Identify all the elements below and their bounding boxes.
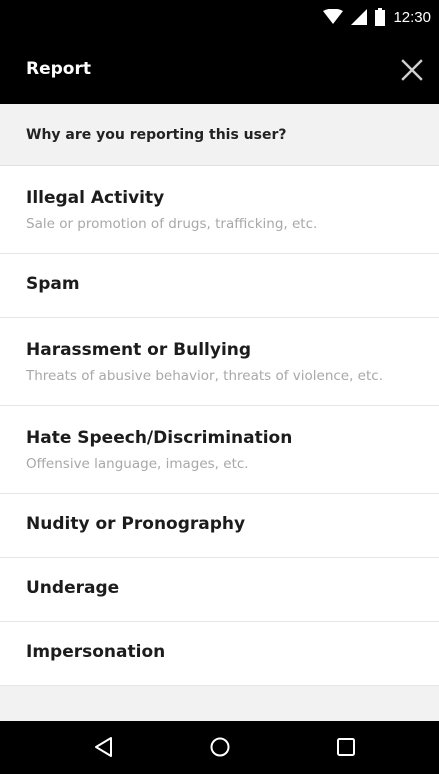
status-time: 12:30 (393, 8, 431, 26)
back-button[interactable] (92, 735, 116, 759)
reason-spam[interactable]: Spam (0, 254, 439, 318)
reason-description: Offensive language, images, etc. (26, 456, 249, 472)
close-icon (399, 59, 425, 87)
reason-nudity[interactable]: Nudity or Pronography (0, 494, 439, 558)
report-reason-list: Illegal Activity Sale or promotion of dr… (0, 166, 439, 686)
reason-underage[interactable]: Underage (0, 558, 439, 622)
reason-title: Harassment or Bullying (26, 340, 252, 360)
report-question: Why are you reporting this user? (26, 127, 287, 143)
status-bar: 12:30 (0, 0, 439, 34)
reason-hate-speech[interactable]: Hate Speech/Discrimination Offensive lan… (0, 406, 439, 494)
reason-title: Illegal Activity (26, 188, 165, 208)
reason-description: Threats of abusive behavior, threats of … (26, 368, 383, 384)
back-icon (92, 735, 116, 759)
wifi-icon (323, 9, 344, 25)
home-button[interactable] (208, 735, 232, 759)
reason-impersonation[interactable]: Impersonation (0, 622, 439, 686)
report-screen: 12:30 Report Why are you reporting this … (0, 0, 439, 774)
system-nav-bar (0, 721, 439, 774)
reason-title: Spam (26, 274, 80, 294)
cell-signal-icon (351, 9, 368, 25)
reason-title: Underage (26, 578, 120, 598)
recents-button[interactable] (334, 735, 358, 759)
app-bar: Report (0, 34, 439, 104)
reason-harassment-bullying[interactable]: Harassment or Bullying Threats of abusiv… (0, 318, 439, 406)
reason-title: Nudity or Pronography (26, 514, 246, 534)
recents-icon (334, 735, 358, 759)
battery-icon (375, 8, 386, 26)
page-title: Report (26, 59, 91, 79)
status-indicators: 12:30 (323, 0, 431, 34)
reason-title: Hate Speech/Discrimination (26, 428, 293, 448)
reason-illegal-activity[interactable]: Illegal Activity Sale or promotion of dr… (0, 166, 439, 254)
report-question-header: Why are you reporting this user? (0, 104, 439, 166)
home-icon (208, 735, 232, 759)
reason-title: Impersonation (26, 642, 166, 662)
reason-description: Sale or promotion of drugs, trafficking,… (26, 216, 318, 232)
close-button[interactable] (399, 57, 425, 83)
